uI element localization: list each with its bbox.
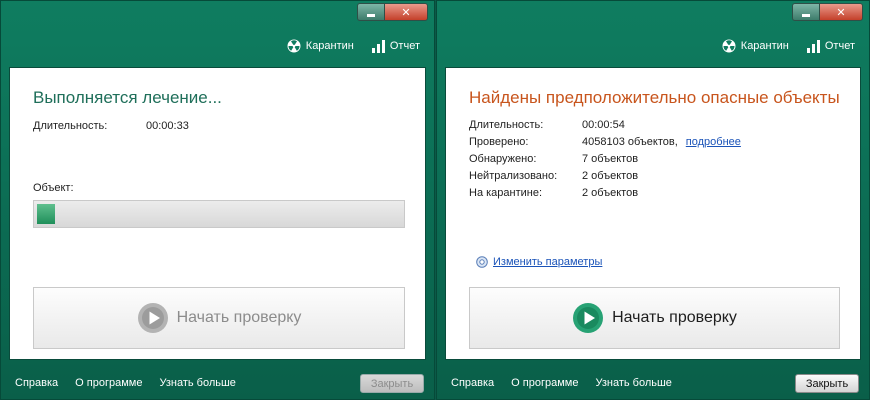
threats-found-window: ✕ Карантин Отчет Найдены предположительн… (436, 0, 870, 400)
gear-icon (476, 256, 488, 268)
about-link[interactable]: О программе (75, 377, 142, 389)
minimize-button[interactable] (357, 3, 384, 21)
close-window-button[interactable]: ✕ (819, 3, 863, 21)
close-window-button[interactable]: ✕ (384, 3, 428, 21)
bar-chart-icon (806, 39, 820, 53)
main-panel: Выполняется лечение... Длительность: 00:… (9, 67, 426, 360)
duration-label: Длительность: (33, 120, 108, 132)
detected-row: Обнаружено: 7 объектов (469, 153, 638, 165)
close-icon: ✕ (401, 5, 411, 19)
scanned-label: Проверено: (469, 136, 529, 148)
progress-fill (37, 204, 56, 224)
start-scan-button[interactable]: Начать проверку (33, 287, 405, 349)
duration-row: Длительность: 00:00:54 (469, 119, 625, 131)
quarantined-label: На карантине: (469, 187, 543, 199)
status-title: Выполняется лечение... (33, 88, 222, 107)
scan-progress-bar (33, 200, 405, 228)
learn-more-link[interactable]: Узнать больше (159, 377, 235, 389)
help-link[interactable]: Справка (451, 377, 494, 389)
about-link[interactable]: О программе (511, 377, 578, 389)
quarantine-button[interactable]: Карантин (722, 39, 789, 53)
detected-value: 7 объектов (582, 153, 639, 165)
learn-more-link[interactable]: Узнать больше (595, 377, 671, 389)
play-icon (573, 303, 604, 333)
duration-label: Длительность: (469, 119, 544, 131)
minimize-button[interactable] (792, 3, 819, 21)
start-scan-button[interactable]: Начать проверку (469, 287, 840, 349)
report-button[interactable]: Отчет (371, 39, 420, 53)
status-title: Найдены предположительно опасные объекты (469, 88, 840, 107)
radiation-icon (722, 39, 736, 53)
report-label: Отчет (389, 40, 420, 52)
toolbar: Карантин Отчет (722, 39, 855, 53)
report-label: Отчет (824, 40, 855, 52)
close-button[interactable]: Закрыть (795, 374, 859, 393)
help-link[interactable]: Справка (15, 377, 58, 389)
scanned-row: Проверено: 4058103 объектов, подробнее (469, 136, 741, 148)
window-controls: ✕ (792, 3, 863, 21)
quarantined-row: На карантине: 2 объектов (469, 187, 638, 199)
neutralized-value: 2 объектов (582, 170, 639, 182)
close-button[interactable]: Закрыть (360, 374, 424, 393)
duration-value: 00:00:54 (582, 119, 625, 131)
toolbar: Карантин Отчет (287, 39, 420, 53)
bar-chart-icon (371, 39, 385, 53)
minimize-icon (802, 14, 810, 17)
report-button[interactable]: Отчет (806, 39, 855, 53)
details-link[interactable]: подробнее (686, 136, 741, 148)
quarantine-button[interactable]: Карантин (287, 39, 354, 53)
radiation-icon (287, 39, 301, 53)
window-controls: ✕ (357, 3, 428, 21)
duration-row: Длительность: 00:00:33 (33, 120, 189, 132)
minimize-icon (367, 14, 375, 17)
quarantine-label: Карантин (305, 40, 354, 52)
detected-label: Обнаружено: (469, 153, 537, 165)
footer-links: Справка О программе Узнать больше (15, 377, 236, 389)
footer-links: Справка О программе Узнать больше (451, 377, 672, 389)
change-settings-link[interactable]: Изменить параметры (476, 256, 602, 268)
quarantine-label: Карантин (740, 40, 789, 52)
change-settings-label: Изменить параметры (493, 256, 603, 268)
quarantined-value: 2 объектов (582, 187, 639, 199)
scanned-value: 4058103 объектов, (582, 136, 678, 148)
scan-in-progress-window: ✕ Карантин Отчет Выполняется лечение... (0, 0, 435, 400)
start-scan-label: Начать проверку (176, 309, 302, 326)
neutralized-label: Нейтрализовано: (469, 170, 558, 182)
play-icon (137, 303, 168, 333)
main-panel: Найдены предположительно опасные объекты… (445, 67, 861, 360)
neutralized-row: Нейтрализовано: 2 объектов (469, 170, 638, 182)
duration-value: 00:00:33 (146, 120, 189, 132)
object-label: Объект: (33, 182, 74, 194)
close-icon: ✕ (836, 5, 846, 19)
start-scan-label: Начать проверку (612, 309, 737, 326)
